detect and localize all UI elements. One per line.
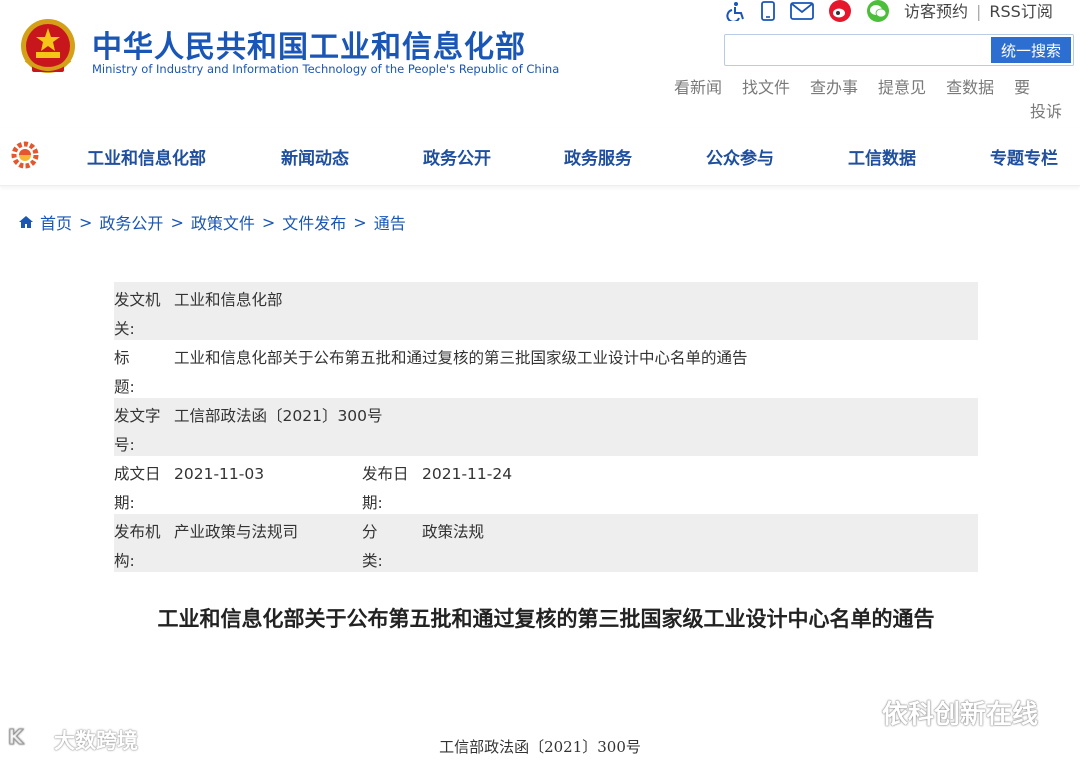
quick-links: 看新闻 找文件 查办事 提意见 查数据 要 [674, 74, 1030, 98]
svg-text:K: K [8, 725, 25, 749]
mail-icon[interactable] [790, 2, 814, 20]
watermark-logo-icon: K [8, 724, 50, 755]
nav-item-gov-affairs[interactable]: 政务公开 [423, 144, 491, 169]
site-header: 中华人民共和国工业和信息化部 Ministry of Industry and … [0, 0, 1080, 128]
title-value: 工业和信息化部关于公布第五批和通过复核的第三批国家级工业设计中心名单的通告 [174, 349, 748, 367]
breadcrumb: 首页 > 政务公开 > 政策文件 > 文件发布 > 通告 [18, 210, 406, 234]
main-nav: 工业和信息化部 新闻动态 政务公开 政务服务 公众参与 工信数据 专题专栏 [0, 128, 1080, 186]
docno-label: 发文字号: [114, 407, 161, 454]
quick-link-data[interactable]: 查数据 [946, 78, 994, 97]
breadcrumb-home[interactable]: 首页 [40, 210, 72, 234]
quick-link-news[interactable]: 看新闻 [674, 78, 722, 97]
chevron-right-icon: > [261, 212, 276, 232]
info-row-issuer: 发文机关: 工业和信息化部 [114, 282, 978, 340]
docno-value: 工信部政法函〔2021〕300号 [174, 407, 383, 425]
top-icon-bar [724, 0, 890, 22]
mobile-icon[interactable] [760, 1, 776, 21]
search-input[interactable] [725, 35, 991, 65]
site-subtitle: Ministry of Industry and Information Tec… [92, 62, 560, 76]
wechat-icon[interactable] [866, 0, 890, 22]
accessibility-icon[interactable] [724, 1, 746, 21]
top-links: 访客预约 | RSS订阅 [904, 0, 1053, 22]
issuer-value: 工业和信息化部 [174, 291, 283, 309]
breadcrumb-file-release[interactable]: 文件发布 [282, 210, 346, 234]
site-title[interactable]: 中华人民共和国工业和信息化部 [92, 22, 526, 66]
org-label: 发布机构: [114, 523, 161, 570]
quick-link-services[interactable]: 查办事 [810, 78, 858, 97]
wechat-watermark-icon [836, 694, 876, 731]
chevron-right-icon: > [79, 212, 93, 232]
quick-link-files[interactable]: 找文件 [742, 78, 790, 97]
article-doc-number: 工信部政法函〔2021〕300号 [439, 738, 641, 756]
info-row-org: 发布机构: 产业政策与法规司 分类: 政策法规 [114, 514, 978, 572]
quick-link-complaint-wrap[interactable]: 投诉 [1030, 98, 1062, 122]
info-row-dates: 成文日期: 2021-11-03 发布日期: 2021-11-24 [114, 456, 978, 514]
watermark-right: 依科创新在线 [836, 694, 1038, 731]
nav-item-data[interactable]: 工信数据 [848, 144, 916, 169]
quick-link-complaint[interactable]: 要 [1014, 78, 1030, 97]
breadcrumb-policy-files[interactable]: 政策文件 [191, 210, 255, 234]
title-label: 标题: [114, 349, 135, 396]
chevron-right-icon: > [170, 212, 184, 232]
created-date-label: 成文日期: [114, 465, 161, 512]
breadcrumb-gov-affairs[interactable]: 政务公开 [99, 210, 163, 234]
published-date-value: 2021-11-24 [422, 465, 513, 483]
watermark-left: K 大数跨境 [8, 724, 138, 755]
category-value: 政策法规 [422, 523, 485, 541]
search-box: 统一搜索 [724, 34, 1074, 66]
watermark-left-text: 大数跨境 [54, 728, 138, 753]
nav-gear-logo-icon [10, 140, 40, 170]
nav-item-news[interactable]: 新闻动态 [281, 144, 349, 169]
visitor-appointment-link[interactable]: 访客预约 [904, 2, 968, 21]
article-title: 工业和信息化部关于公布第五批和通过复核的第三批国家级工业设计中心名单的通告 [157, 607, 935, 631]
nav-item-topics[interactable]: 专题专栏 [990, 144, 1058, 169]
quick-link-feedback[interactable]: 提意见 [878, 78, 926, 97]
national-emblem-icon[interactable] [18, 16, 78, 80]
category-label: 分类: [362, 523, 383, 570]
search-button[interactable]: 统一搜索 [991, 37, 1071, 63]
published-date-label: 发布日期: [362, 465, 409, 512]
info-row-docno: 发文字号: 工信部政法函〔2021〕300号 [114, 398, 978, 456]
created-date-value: 2021-11-03 [174, 465, 265, 483]
nav-item-participation[interactable]: 公众参与 [706, 144, 774, 169]
issuer-label: 发文机关: [114, 291, 161, 338]
rss-link[interactable]: RSS订阅 [989, 2, 1052, 21]
nav-item-ministry[interactable]: 工业和信息化部 [87, 144, 206, 169]
weibo-icon[interactable] [828, 0, 852, 22]
nav-item-gov-services[interactable]: 政务服务 [564, 144, 632, 169]
watermark-right-text: 依科创新在线 [882, 700, 1039, 730]
chevron-right-icon: > [353, 212, 367, 232]
info-row-title: 标题: 工业和信息化部关于公布第五批和通过复核的第三批国家级工业设计中心名单的通… [114, 340, 978, 398]
org-value: 产业政策与法规司 [174, 523, 299, 541]
home-icon[interactable] [18, 214, 34, 230]
document-info-table: 发文机关: 工业和信息化部 标题: 工业和信息化部关于公布第五批和通过复核的第三… [114, 282, 978, 572]
divider: | [976, 2, 982, 21]
breadcrumb-notice[interactable]: 通告 [374, 210, 406, 234]
